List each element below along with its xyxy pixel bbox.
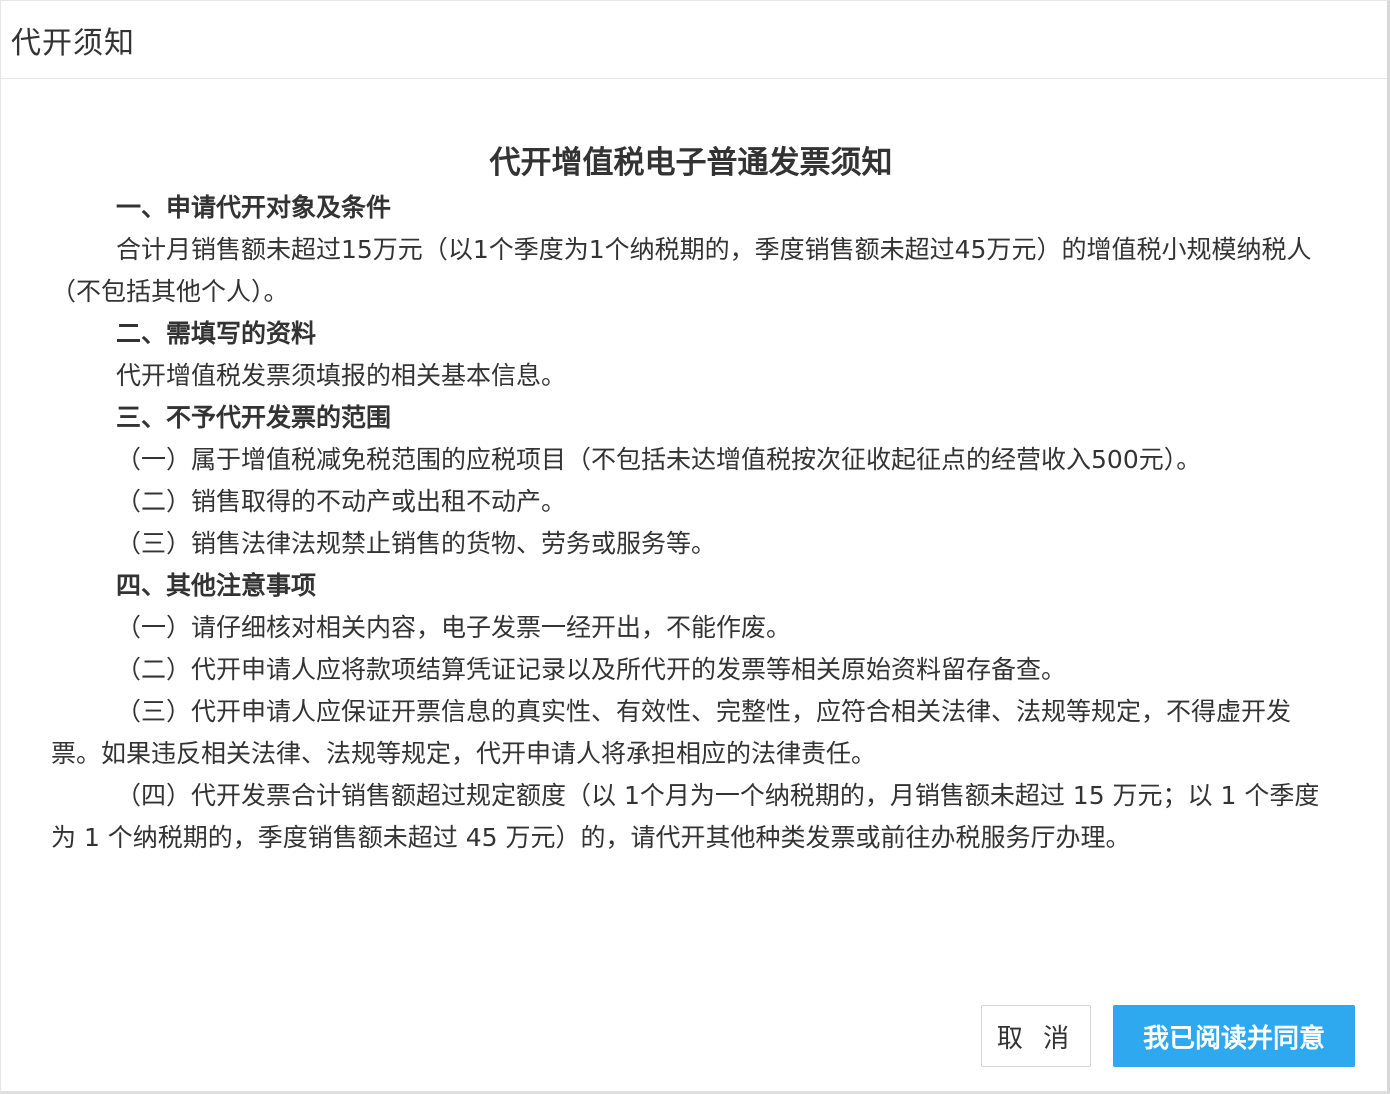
section-2: 二、需填写的资料 代开增值税发票须填报的相关基本信息。 (51, 313, 1331, 397)
notice-heading: 代开增值税电子普通发票须知 (489, 145, 893, 181)
section-paragraph: 合计月销售额未超过15万元（以1个季度为1个纳税期的，季度销售额未超过45万元）… (51, 235, 1312, 306)
dialog-header: 代开须知 (1, 1, 1387, 79)
section-paragraph: （一）属于增值税减免税范围的应税项目（不包括未达增值税按次征收起征点的经营收入5… (116, 445, 1202, 474)
section-title: 三、不予代开发票的范围 (116, 403, 392, 432)
section-paragraph: 代开增值税发票须填报的相关基本信息。 (116, 361, 567, 390)
section-title: 四、其他注意事项 (116, 571, 317, 600)
section-paragraph: （一）请仔细核对相关内容，电子发票一经开出，不能作废。 (116, 613, 792, 642)
section-1: 一、申请代开对象及条件 合计月销售额未超过15万元（以1个季度为1个纳税期的，季… (51, 187, 1331, 313)
section-paragraph: （二）销售取得的不动产或出租不动产。 (116, 487, 567, 516)
section-paragraph: （四）代开发票合计销售额超过规定额度（以 1个月为一个纳税期的，月销售额未超过 … (51, 781, 1320, 852)
notice-dialog: 代开须知 代开增值税电子普通发票须知 一、申请代开对象及条件 合计月销售额未超过… (0, 0, 1390, 1094)
section-3: 三、不予代开发票的范围 （一）属于增值税减免税范围的应税项目（不包括未达增值税按… (51, 397, 1331, 565)
agree-button[interactable]: 我已阅读并同意 (1113, 1005, 1355, 1067)
dialog-title: 代开须知 (11, 25, 135, 61)
section-title: 二、需填写的资料 (116, 319, 317, 348)
section-title: 一、申请代开对象及条件 (116, 193, 392, 222)
section-paragraph: （二）代开申请人应将款项结算凭证记录以及所代开的发票等相关原始资料留存备查。 (116, 655, 1067, 684)
section-paragraph: （三）销售法律法规禁止销售的货物、劳务或服务等。 (116, 529, 717, 558)
dialog-footer: 取 消 我已阅读并同意 (981, 1005, 1355, 1067)
section-paragraph: （三）代开申请人应保证开票信息的真实性、有效性、完整性，应符合相关法律、法规等规… (51, 697, 1292, 768)
notice-body: 代开增值税电子普通发票须知 一、申请代开对象及条件 合计月销售额未超过15万元（… (51, 139, 1331, 859)
section-4: 四、其他注意事项 （一）请仔细核对相关内容，电子发票一经开出，不能作废。 （二）… (51, 565, 1331, 859)
cancel-button[interactable]: 取 消 (981, 1005, 1091, 1067)
